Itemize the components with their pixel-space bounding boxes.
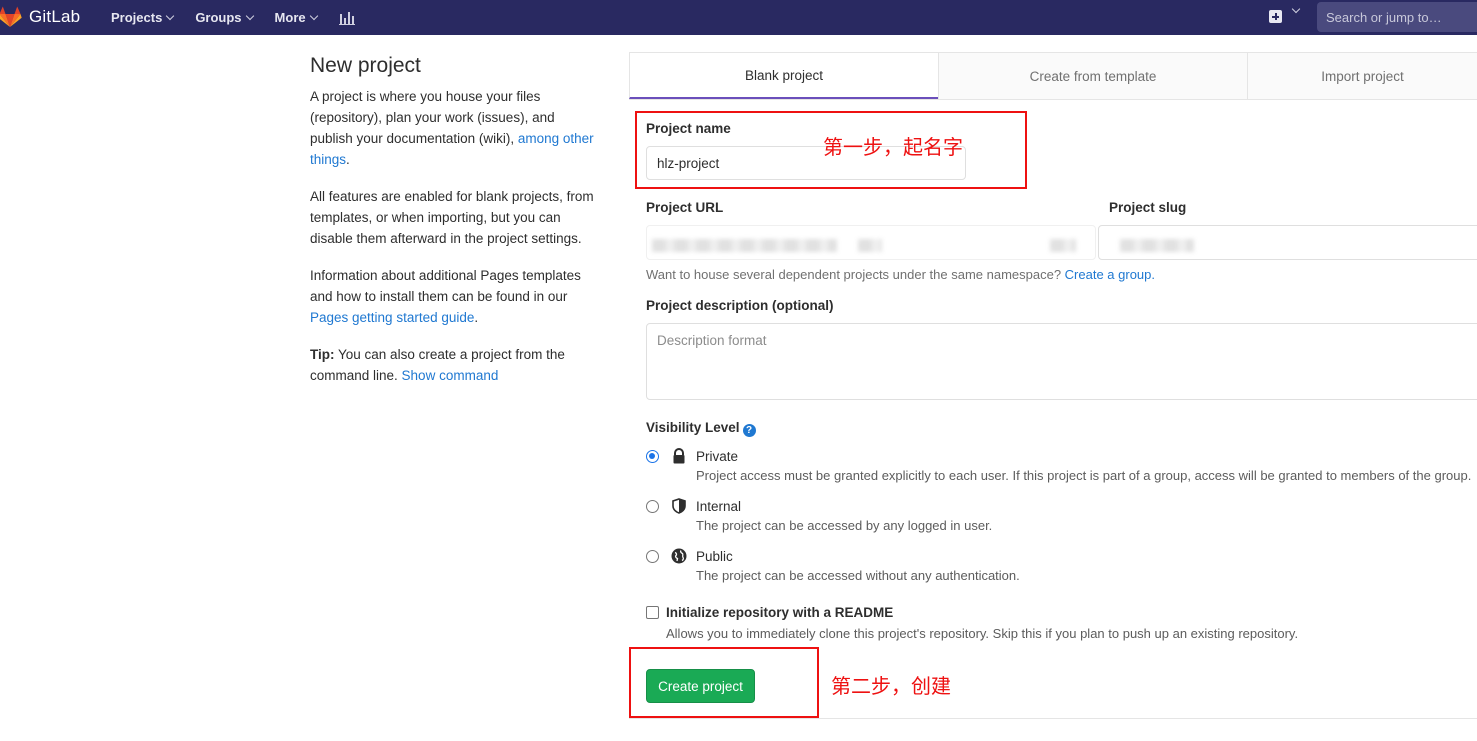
init-readme-label: Initialize repository with a README (666, 605, 894, 620)
lock-icon (673, 448, 685, 464)
activity-chart-icon[interactable] (338, 11, 355, 25)
blurred-slug-text (1120, 239, 1194, 252)
brand-name: GitLab (29, 7, 81, 26)
nav-projects-label: Projects (111, 10, 163, 25)
visibility-private-desc: Project access must be granted explicitl… (696, 468, 1472, 483)
annotation-step2-text: 第二步，创建 (831, 674, 951, 698)
info-paragraph-3: Information about additional Pages templ… (310, 265, 600, 328)
visibility-public-radio[interactable] (646, 550, 659, 563)
chevron-down-icon[interactable] (1291, 4, 1301, 14)
blurred-url-text (652, 239, 837, 252)
new-project-info: New project A project is where you house… (310, 52, 600, 402)
info-text: . (474, 310, 479, 325)
pages-guide-link[interactable]: Pages getting started guide (310, 310, 474, 325)
blurred-url-text (1050, 239, 1076, 252)
info-paragraph-4: Tip: You can also create a project from … (310, 344, 600, 386)
create-group-link[interactable]: Create a group. (1065, 267, 1155, 282)
nav-more-label: More (274, 10, 306, 25)
nav-projects-dropdown[interactable]: Projects (111, 10, 175, 25)
visibility-public-title: Public (696, 549, 733, 564)
visibility-private-title: Private (696, 449, 739, 464)
chevron-down-icon (245, 11, 254, 20)
question-circle-icon[interactable]: ? (742, 424, 756, 437)
info-paragraph-1: A project is where you house your files … (310, 86, 600, 170)
info-paragraph-2: All features are enabled for blank proje… (310, 189, 594, 246)
visibility-private-radio[interactable] (646, 450, 659, 463)
visibility-level-label: Visibility Level? (646, 420, 756, 437)
init-readme-checkbox[interactable] (646, 606, 659, 619)
chevron-down-icon (309, 11, 318, 20)
top-navbar: GitLab Projects Groups More Search or ju… (0, 0, 1477, 35)
page-title: New project (310, 54, 421, 77)
visibility-public-desc: The project can be accessed without any … (696, 568, 1020, 583)
nav-groups-label: Groups (195, 10, 242, 25)
info-text: Information about additional Pages templ… (310, 268, 581, 304)
visibility-internal-title: Internal (696, 499, 742, 514)
project-url-label: Project URL (646, 200, 724, 215)
info-text: . (346, 152, 350, 167)
help-text: Want to house several dependent projects… (646, 267, 1065, 282)
gitlab-logo-link[interactable]: GitLab (0, 6, 80, 28)
search-input[interactable]: Search or jump to… (1317, 2, 1477, 32)
globe-icon (671, 548, 687, 564)
annotation-step1-text: 第一步，起名字 (823, 135, 963, 159)
nav-groups-dropdown[interactable]: Groups (195, 10, 254, 25)
tip-label: Tip: (310, 347, 335, 362)
tab-create-from-template[interactable]: Create from template (938, 53, 1247, 99)
shield-icon (672, 498, 686, 514)
project-type-tabs: Blank project Create from template Impor… (629, 52, 1477, 100)
blurred-url-text (858, 239, 882, 252)
project-slug-label: Project slug (1109, 200, 1187, 215)
nav-more-dropdown[interactable]: More (274, 10, 318, 25)
visibility-internal-desc: The project can be accessed by any logge… (696, 518, 993, 533)
namespace-help-text: Want to house several dependent projects… (646, 267, 1155, 282)
form-divider (629, 718, 1477, 719)
tab-blank-project[interactable]: Blank project (629, 53, 938, 99)
new-item-plus-icon[interactable] (1269, 10, 1282, 23)
chevron-down-icon (166, 11, 175, 20)
visibility-label-text: Visibility Level (646, 420, 740, 435)
description-label: Project description (optional) (646, 298, 834, 313)
gitlab-tanuki-icon (0, 6, 22, 27)
tab-import-project[interactable]: Import project (1247, 53, 1477, 99)
visibility-internal-radio[interactable] (646, 500, 659, 513)
description-textarea[interactable]: Description format (646, 323, 1477, 400)
annotation-box-step2 (629, 647, 819, 718)
init-readme-desc: Allows you to immediately clone this pro… (666, 626, 1299, 641)
show-command-link[interactable]: Show command (402, 368, 499, 383)
